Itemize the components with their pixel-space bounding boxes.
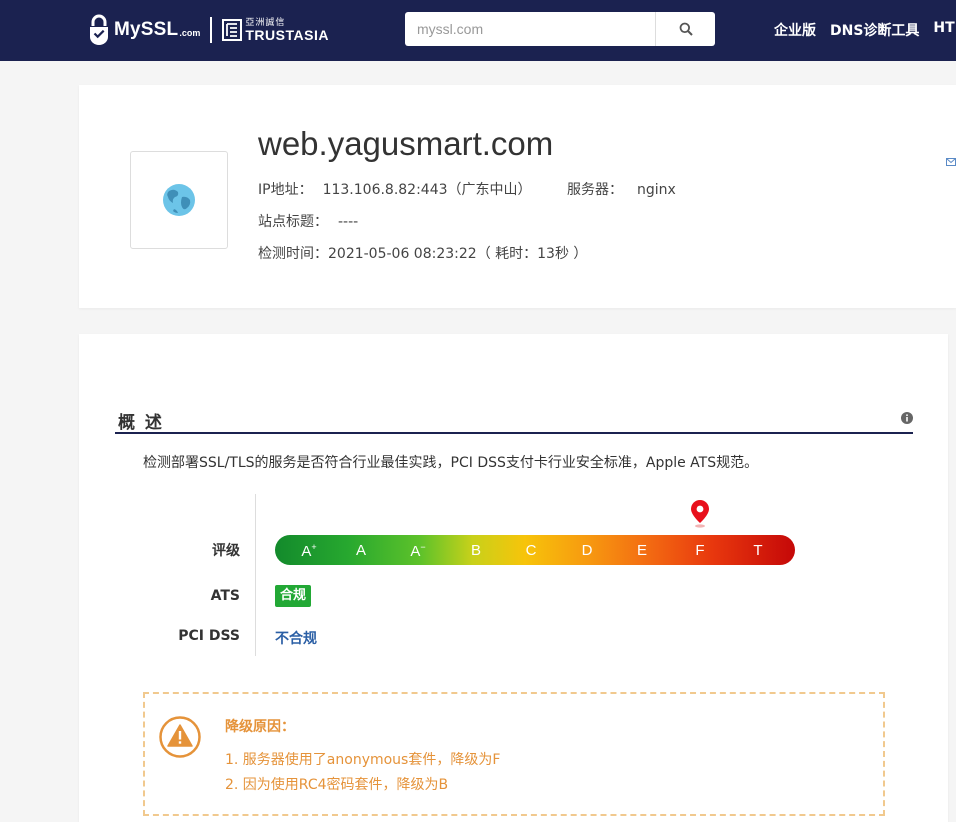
top-navbar: MySSL .com 亞洲誠信 TRUSTASIA 企业版 DNS诊断工具 HT bbox=[0, 0, 956, 61]
check-time-label: 检测时间： bbox=[258, 246, 328, 262]
mail-icon[interactable] bbox=[946, 157, 956, 167]
grade-t: T bbox=[743, 542, 773, 559]
grade-letter: C bbox=[525, 542, 537, 559]
downgrade-title: 降级原因： bbox=[225, 719, 295, 735]
check-time-row: 检测时间：2021-05-06 08:23:22（ 耗时：13秒 ） bbox=[258, 243, 587, 263]
section-title: 概 述 bbox=[118, 413, 164, 433]
info-icon[interactable] bbox=[901, 412, 913, 424]
overview-card: 概 述 检测部署SSL/TLS的服务是否符合行业最佳实践，PCI DSS支付卡行… bbox=[79, 334, 948, 822]
site-title-row: 站点标题： ---- bbox=[258, 211, 358, 231]
grade-modifier: + bbox=[311, 542, 317, 552]
pci-status-value[interactable]: 不合规 bbox=[275, 628, 317, 648]
ip-label: IP地址： bbox=[258, 182, 313, 198]
nav-dns-tool[interactable]: DNS诊断工具 bbox=[830, 20, 919, 40]
globe-icon bbox=[163, 184, 195, 216]
ip-row: IP地址： 113.106.8.82:443（广东中山） bbox=[258, 179, 532, 199]
grade-letter: E bbox=[636, 542, 647, 559]
ats-label: ATS bbox=[210, 588, 240, 604]
logo-suffix: .com bbox=[179, 28, 201, 38]
nav-more[interactable]: HT bbox=[933, 20, 954, 40]
site-domain-title: web.yagusmart.com bbox=[258, 125, 554, 162]
grade-scale: A+ A A− B C D E F T bbox=[275, 535, 795, 565]
check-time-value: 2021-05-06 08:23:22（ 耗时：13秒 ） bbox=[328, 246, 588, 262]
grade-letter: F bbox=[695, 542, 705, 559]
grade-f: F bbox=[685, 542, 715, 559]
map-pin-icon bbox=[691, 500, 709, 528]
nav-enterprise[interactable]: 企业版 bbox=[774, 20, 816, 40]
logo[interactable]: MySSL .com 亞洲誠信 TRUSTASIA bbox=[88, 13, 329, 47]
downgrade-reason: 2. 因为使用RC4密码套件，降级为B bbox=[225, 777, 449, 793]
server-row: 服务器： nginx bbox=[567, 179, 676, 199]
grade-a-plus: A+ bbox=[294, 542, 324, 560]
main-nav: 企业版 DNS诊断工具 HT bbox=[774, 20, 956, 40]
grade-a-minus: A− bbox=[403, 542, 433, 560]
grade-modifier: − bbox=[420, 542, 426, 552]
partner-logo-text: 亞洲誠信 TRUSTASIA bbox=[245, 18, 329, 43]
grade-letter: T bbox=[753, 542, 763, 559]
overview-section-header: 概 述 bbox=[115, 406, 913, 434]
search-input[interactable] bbox=[405, 12, 655, 46]
pci-label: PCI DSS bbox=[178, 628, 240, 644]
grade-d: D bbox=[572, 542, 602, 559]
search-icon bbox=[679, 22, 693, 36]
trustasia-icon bbox=[222, 19, 243, 41]
server-label: 服务器： bbox=[567, 182, 623, 198]
site-title-label: 站点标题： bbox=[258, 214, 328, 230]
search-button[interactable] bbox=[655, 12, 715, 46]
warning-icon bbox=[159, 716, 201, 758]
site-title-value: ---- bbox=[338, 214, 359, 230]
grade-letter: B bbox=[470, 542, 481, 559]
label-divider bbox=[255, 494, 256, 656]
ip-value: 113.106.8.82:443（广东中山） bbox=[322, 182, 532, 198]
grade-a: A bbox=[346, 542, 376, 559]
overview-description: 检测部署SSL/TLS的服务是否符合行业最佳实践，PCI DSS支付卡行业安全标… bbox=[143, 455, 759, 471]
rating-label: 评级 bbox=[212, 543, 240, 559]
grade-letter: A bbox=[355, 542, 366, 559]
grade-e: E bbox=[627, 542, 657, 559]
lock-icon bbox=[90, 14, 108, 45]
grade-letter: A bbox=[301, 543, 312, 560]
logo-divider bbox=[210, 17, 213, 43]
site-favicon bbox=[130, 151, 228, 249]
server-value: nginx bbox=[637, 182, 676, 198]
grade-letter: D bbox=[581, 542, 593, 559]
grade-c: C bbox=[516, 542, 546, 559]
downgrade-reasons-box: 降级原因： 1. 服务器使用了anonymous套件，降级为F 2. 因为使用R… bbox=[143, 692, 885, 816]
downgrade-reason: 1. 服务器使用了anonymous套件，降级为F bbox=[225, 752, 501, 768]
partner-name-en: TRUSTASIA bbox=[245, 26, 329, 43]
search-bar bbox=[405, 12, 715, 46]
grade-b: B bbox=[461, 542, 491, 559]
grade-letter: A bbox=[410, 543, 421, 560]
site-info-card: web.yagusmart.com IP地址： 113.106.8.82:443（… bbox=[79, 85, 956, 308]
ats-status-badge: 合规 bbox=[275, 585, 312, 607]
logo-text: MySSL bbox=[114, 19, 179, 40]
